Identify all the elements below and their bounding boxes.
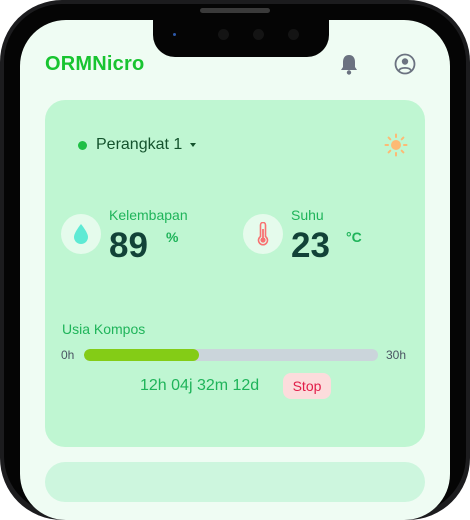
- device-card: Perangkat 1 Kelembapan 89 % Suhu 23 °C U…: [45, 100, 425, 447]
- humidity-icon-badge: [61, 214, 101, 254]
- status-indicator: [78, 140, 87, 150]
- temperature-unit: °C: [346, 229, 362, 245]
- camera-lens-icon: [173, 33, 176, 36]
- progress-max-label: 30h: [386, 348, 407, 362]
- next-card: [45, 462, 425, 502]
- thermometer-icon: [257, 222, 269, 246]
- camera-notch: [153, 20, 329, 57]
- compost-age-label: Usia Kompos: [62, 321, 146, 337]
- humidity-unit: %: [166, 229, 179, 245]
- humidity-label: Kelembapan: [109, 207, 188, 223]
- compost-progress-fill: [84, 349, 199, 361]
- compost-timer: 12h 04j 32m 12d: [140, 377, 260, 394]
- temperature-icon-badge: [243, 214, 283, 254]
- profile-button[interactable]: [392, 51, 418, 77]
- sensor-dot: [288, 29, 299, 40]
- stop-button[interactable]: Stop: [283, 373, 331, 399]
- speaker-grille: [200, 8, 270, 13]
- caret-down-icon: [190, 143, 197, 147]
- user-circle-icon: [394, 53, 416, 75]
- device-selector[interactable]: Perangkat 1: [78, 136, 197, 154]
- notification-button[interactable]: [336, 51, 362, 77]
- device-name: Perangkat 1: [96, 136, 183, 153]
- water-drop-icon: [74, 224, 88, 244]
- temperature-value: 23: [291, 226, 330, 265]
- app-screen: ORMNicro Perangkat 1 Kelembapan 89 % Suh…: [20, 20, 450, 520]
- temperature-label: Suhu: [291, 207, 324, 223]
- progress-min-label: 0h: [61, 348, 75, 362]
- bell-icon: [341, 55, 357, 75]
- sensor-dot: [218, 29, 229, 40]
- app-title: ORMNicro: [45, 53, 145, 75]
- sensor-dot: [253, 29, 264, 40]
- sun-icon: [384, 133, 408, 157]
- compost-progress-bar: [84, 349, 378, 361]
- humidity-value: 89: [109, 226, 148, 265]
